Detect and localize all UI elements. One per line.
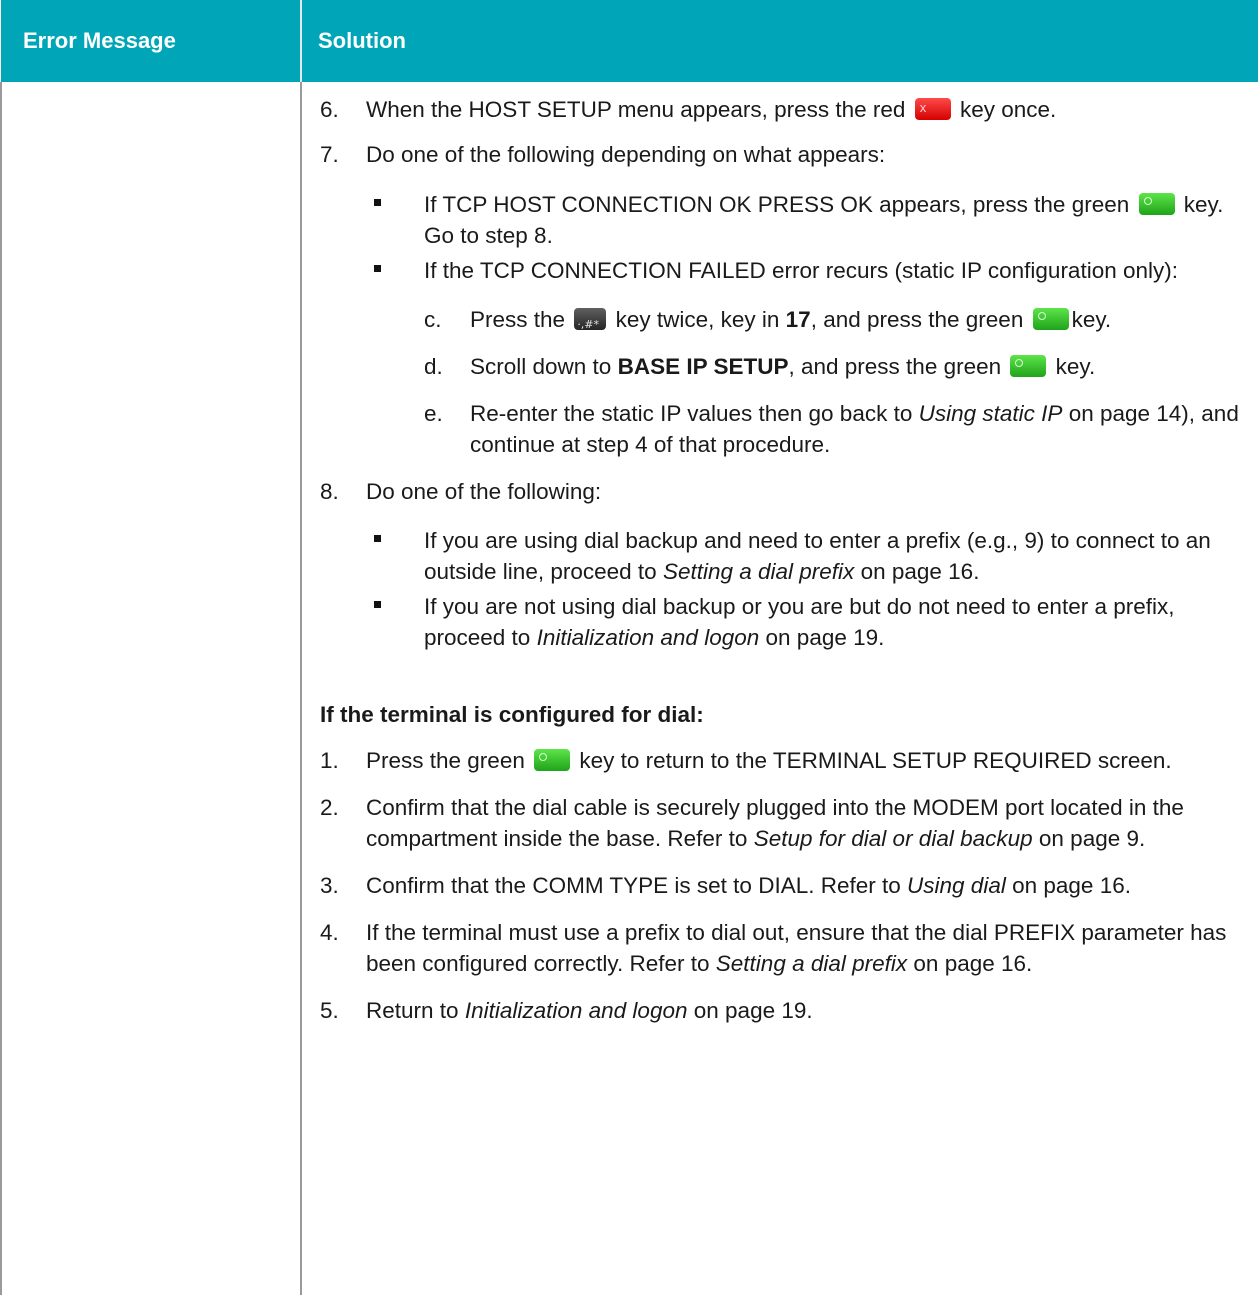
green-ok-key-icon	[1138, 193, 1175, 215]
step-number: 1.	[320, 748, 339, 773]
step-text: Do one of the following depending on wha…	[366, 142, 886, 167]
list-item: 5. Return to Initialization and logon on…	[320, 995, 1242, 1026]
bullet-icon	[372, 525, 424, 587]
list-item: 8. Do one of the following:	[320, 476, 1242, 507]
bullet-item: If the TCP CONNECTION FAILED error recur…	[372, 255, 1242, 286]
step-text: Return to Initialization and logon on pa…	[366, 998, 813, 1023]
bullet-text: If you are using dial backup and need to…	[424, 528, 1211, 584]
list-item: 3. Confirm that the COMM TYPE is set to …	[320, 870, 1242, 901]
step-text: Confirm that the dial cable is securely …	[366, 795, 1184, 851]
list-item: 1. Press the green key to return to the …	[320, 745, 1242, 776]
substep-text: Re-enter the static IP values then go ba…	[470, 401, 1239, 457]
bullet-item: If you are not using dial backup or you …	[372, 591, 1242, 653]
header-solution: Solution	[301, 0, 1258, 82]
bullet-text: If you are not using dial backup or you …	[424, 594, 1175, 650]
error-message-cell	[0, 82, 302, 1295]
substep-letter: d.	[424, 354, 443, 379]
bullet-item: If you are using dial backup and need to…	[372, 525, 1242, 587]
error-table: Error Message Solution 6. When the HOST …	[0, 0, 1258, 1295]
step-text: If the terminal must use a prefix to dia…	[366, 920, 1227, 976]
bullet-icon	[372, 255, 424, 286]
substep-text: Press the key twice, key in 17, and pres…	[470, 304, 1242, 340]
hash-key-icon	[574, 308, 607, 340]
substep-item: c. Press the key twice, key in 17, and p…	[424, 304, 1242, 340]
table-header-row: Error Message Solution	[1, 0, 1258, 82]
solution-content: 6. When the HOST SETUP menu appears, pre…	[302, 92, 1258, 1026]
header-error-message: Error Message	[1, 0, 302, 82]
substep-text: Scroll down to BASE IP SETUP, and press …	[470, 354, 1096, 379]
list-item: 4. If the terminal must use a prefix to …	[320, 917, 1242, 979]
list-item: 6. When the HOST SETUP menu appears, pre…	[320, 92, 1242, 125]
substep-item: d. Scroll down to BASE IP SETUP, and pre…	[424, 351, 1242, 382]
step-number: 2.	[320, 795, 339, 820]
table-row: 6. When the HOST SETUP menu appears, pre…	[0, 82, 1258, 1295]
step-text: When the HOST SETUP menu appears, press …	[366, 92, 1242, 125]
list-item: 2. Confirm that the dial cable is secure…	[320, 792, 1242, 854]
bullet-icon	[372, 591, 424, 653]
step-text: Confirm that the COMM TYPE is set to DIA…	[366, 873, 1131, 898]
bullet-item: If TCP HOST CONNECTION OK PRESS OK appea…	[372, 189, 1242, 251]
dial-section-heading: If the terminal is configured for dial:	[320, 702, 704, 727]
substep-letter: e.	[424, 401, 443, 426]
step-number: 4.	[320, 920, 339, 945]
step-number: 3.	[320, 873, 339, 898]
step-number: 7.	[320, 142, 339, 167]
substep-item: e. Re-enter the static IP values then go…	[424, 398, 1242, 460]
step-number: 6.	[320, 97, 339, 122]
solution-cell: 6. When the HOST SETUP menu appears, pre…	[301, 82, 1258, 1295]
step-text: Do one of the following:	[366, 479, 602, 504]
substep-letter: c.	[424, 307, 442, 332]
red-cancel-key-icon	[914, 92, 951, 123]
page: Error Message Solution 6. When the HOST …	[0, 0, 1258, 1295]
list-item: 7. Do one of the following depending on …	[320, 139, 1242, 170]
step-number: 8.	[320, 479, 339, 504]
green-ok-key-icon	[534, 749, 571, 771]
bullet-text: If the TCP CONNECTION FAILED error recur…	[424, 258, 1178, 283]
green-ok-key-icon	[1032, 308, 1069, 330]
step-text: Press the green key to return to the TER…	[366, 748, 1172, 773]
step-number: 5.	[320, 998, 339, 1023]
green-ok-key-icon	[1010, 355, 1047, 377]
bullet-text: If TCP HOST CONNECTION OK PRESS OK appea…	[424, 192, 1224, 248]
bullet-icon	[372, 189, 424, 251]
